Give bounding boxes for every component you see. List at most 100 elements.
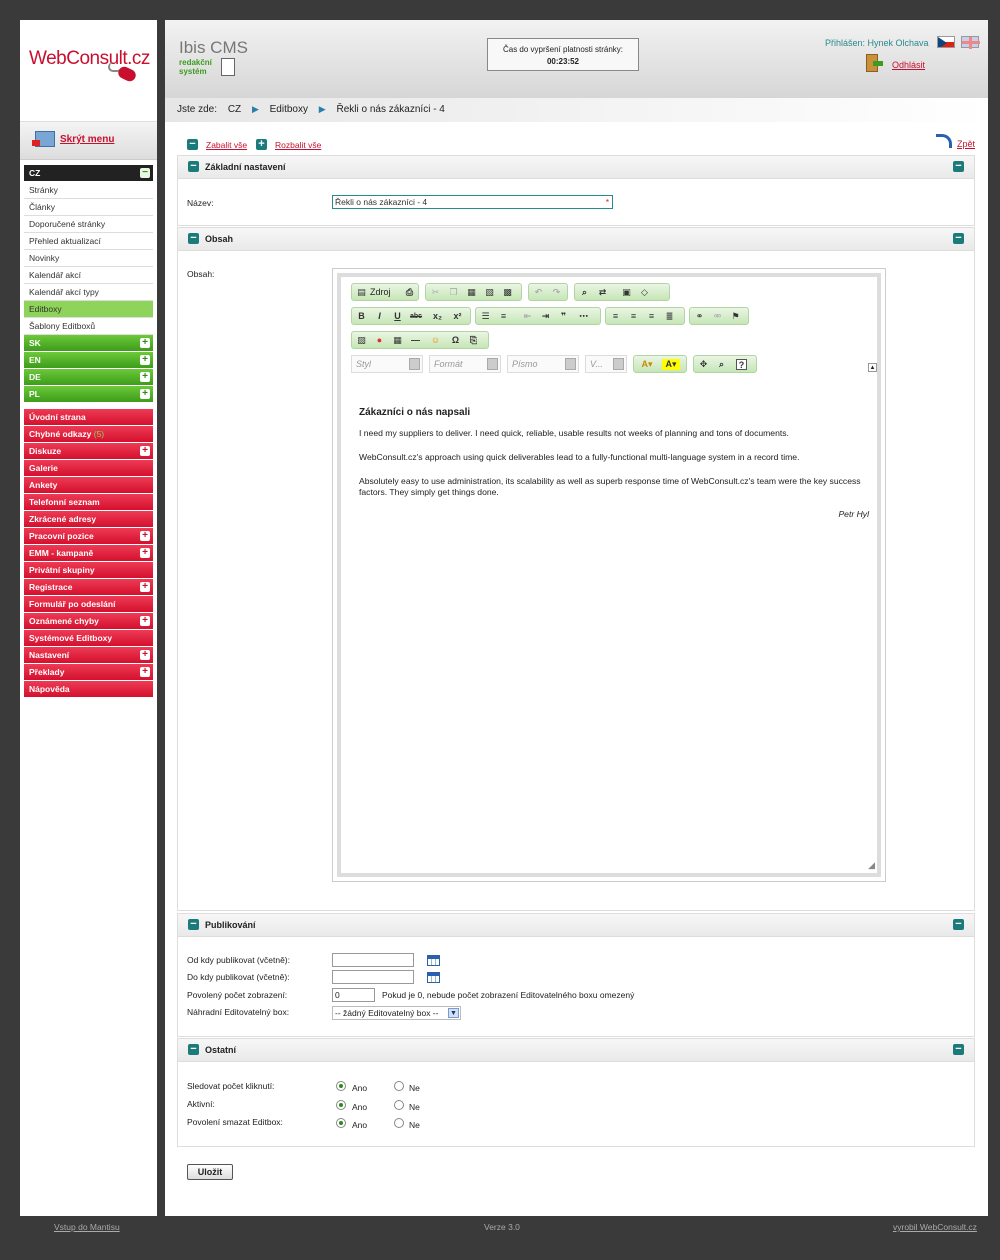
collapse-icon[interactable]: − [953, 233, 964, 244]
redo-icon[interactable]: ↷ [551, 287, 562, 298]
menu-item-prehled[interactable]: Přehled aktualizací [24, 233, 153, 250]
mantis-link[interactable]: Vstup do Mantisu [54, 1222, 120, 1232]
active-yes-radio[interactable] [336, 1100, 346, 1110]
track-clicks-no-radio[interactable] [394, 1081, 404, 1091]
anchor-icon[interactable]: ⚑ [730, 311, 741, 322]
menu-lang-en[interactable]: EN + [24, 352, 153, 369]
menu-chybne-odkazy[interactable]: Chybné odkazy (5) [24, 426, 153, 443]
menu-zkracene-adresy[interactable]: Zkrácené adresy [24, 511, 153, 528]
table-icon[interactable]: ▦ [392, 335, 403, 346]
menu-galerie[interactable]: Galerie [24, 460, 153, 477]
smiley-icon[interactable]: ☺ [430, 335, 441, 346]
menu-lang-pl[interactable]: PL + [24, 386, 153, 403]
display-count-input[interactable]: 0 [332, 988, 375, 1002]
menu-oznamene-chyby[interactable]: Oznámené chyby + [24, 613, 153, 630]
menu-napoveda[interactable]: Nápověda [24, 681, 153, 698]
czech-flag-icon[interactable] [937, 36, 955, 48]
div-icon[interactable]: ⋯ [578, 311, 589, 322]
collapse-icon[interactable]: − [188, 919, 199, 930]
font-select[interactable]: Písmo [507, 355, 579, 373]
section-basic-header[interactable]: − Základní nastavení − [177, 155, 975, 179]
menu-item-editboxy[interactable]: Editboxy [24, 301, 153, 318]
help-icon[interactable]: ? [736, 359, 747, 370]
resize-handle-icon[interactable]: ◢ [868, 860, 875, 871]
menu-uvodni-strana[interactable]: Úvodní strana [24, 409, 153, 426]
expand-icon[interactable]: + [140, 548, 150, 558]
collapse-icon[interactable]: − [188, 1044, 199, 1055]
allow-delete-no-radio[interactable] [394, 1118, 404, 1128]
menu-item-kalendar-typy[interactable]: Kalendář akcí typy [24, 284, 153, 301]
menu-telefonni-seznam[interactable]: Telefonní seznam [24, 494, 153, 511]
bulleted-list-icon[interactable]: ≡ [498, 311, 509, 322]
expand-all-link[interactable]: Rozbalit vše [275, 140, 321, 150]
replacement-select[interactable]: -- žádný Editovatelný box -- ▼ [332, 1006, 461, 1020]
collapse-toolbar-icon[interactable]: ▲ [868, 363, 877, 372]
expand-icon[interactable]: + [140, 582, 150, 592]
paste-text-icon[interactable]: ▧ [484, 287, 495, 298]
show-blocks-icon[interactable]: ⌕ [716, 359, 727, 370]
expand-icon[interactable]: + [140, 667, 150, 677]
collapse-icon[interactable]: − [188, 161, 199, 172]
special-char-icon[interactable]: Ω [450, 335, 461, 346]
collapse-icon[interactable]: − [953, 1044, 964, 1055]
collapse-all-link[interactable]: Zabalit vše [206, 140, 247, 150]
paste-word-icon[interactable]: ▩ [502, 287, 513, 298]
hide-menu-link[interactable]: Skrýt menu [60, 134, 114, 145]
menu-emm-kampane[interactable]: EMM - kampaně + [24, 545, 153, 562]
unlink-icon[interactable]: ⚮ [712, 311, 723, 322]
expand-icon[interactable]: + [140, 446, 150, 456]
collapse-icon[interactable]: − [953, 161, 964, 172]
image-icon[interactable]: ▨ [356, 335, 367, 346]
section-publish-header[interactable]: − Publikování − [177, 913, 975, 937]
select-all-icon[interactable]: ▣ [621, 287, 632, 298]
menu-item-novinky[interactable]: Novinky [24, 250, 153, 267]
webconsult-logo[interactable]: WebConsult.cz [20, 20, 157, 122]
superscript-icon[interactable]: x² [452, 311, 463, 322]
align-left-icon[interactable]: ≡ [610, 311, 621, 322]
bold-icon[interactable]: B [356, 311, 367, 322]
blockquote-icon[interactable]: ❞ [558, 311, 569, 322]
section-content-header[interactable]: − Obsah − [177, 227, 975, 251]
menu-systemove-editboxy[interactable]: Systémové Editboxy [24, 630, 153, 647]
expand-all-icon[interactable]: + [256, 139, 267, 150]
subscript-icon[interactable]: x₂ [432, 311, 443, 322]
expand-icon[interactable]: + [140, 389, 150, 399]
expand-icon[interactable]: + [140, 616, 150, 626]
menu-item-doporucene[interactable]: Doporučené stránky [24, 216, 153, 233]
track-clicks-yes-radio[interactable] [336, 1081, 346, 1091]
find-icon[interactable]: ⌕ [579, 287, 590, 298]
source-button[interactable]: Zdroj [370, 287, 391, 297]
link-icon[interactable]: ⚭ [694, 311, 705, 322]
menu-item-clanky[interactable]: Články [24, 199, 153, 216]
menu-lang-de[interactable]: DE + [24, 369, 153, 386]
remove-format-icon[interactable]: ◇ [639, 287, 650, 298]
menu-cz-header[interactable]: CZ − [24, 165, 153, 182]
menu-lang-sk[interactable]: SK + [24, 335, 153, 352]
expand-icon[interactable]: + [140, 531, 150, 541]
paste-icon[interactable]: ▦ [466, 287, 477, 298]
menu-preklady[interactable]: Překlady + [24, 664, 153, 681]
expand-icon[interactable]: + [140, 338, 150, 348]
menu-nastaveni[interactable]: Nastavení + [24, 647, 153, 664]
editor-content[interactable]: Zákazníci o nás napsali I need my suppli… [359, 407, 869, 520]
numbered-list-icon[interactable]: ☰ [480, 311, 491, 322]
hide-menu-icon[interactable] [32, 131, 55, 147]
align-center-icon[interactable]: ≡ [628, 311, 639, 322]
active-no-radio[interactable] [394, 1100, 404, 1110]
cut-icon[interactable]: ✂ [430, 287, 441, 298]
made-by-link[interactable]: vyrobil WebConsult.cz [893, 1222, 977, 1232]
align-right-icon[interactable]: ≡ [646, 311, 657, 322]
style-select[interactable]: Styl [351, 355, 423, 373]
menu-diskuze[interactable]: Diskuze + [24, 443, 153, 460]
format-select[interactable]: Formát [429, 355, 501, 373]
replace-icon[interactable]: ⇄ [597, 287, 608, 298]
collapse-icon[interactable]: − [140, 168, 150, 178]
allow-delete-yes-radio[interactable] [336, 1118, 346, 1128]
flash-icon[interactable]: ● [374, 335, 385, 346]
text-color-icon[interactable]: A▾ [638, 359, 656, 370]
menu-item-kalendar[interactable]: Kalendář akcí [24, 267, 153, 284]
outdent-icon[interactable]: ⇤ [522, 311, 533, 322]
breadcrumb-item-editboxy[interactable]: Editboxy [270, 104, 308, 115]
breadcrumb-item-cz[interactable]: CZ [228, 104, 241, 115]
maximize-icon[interactable]: ✥ [698, 359, 709, 370]
